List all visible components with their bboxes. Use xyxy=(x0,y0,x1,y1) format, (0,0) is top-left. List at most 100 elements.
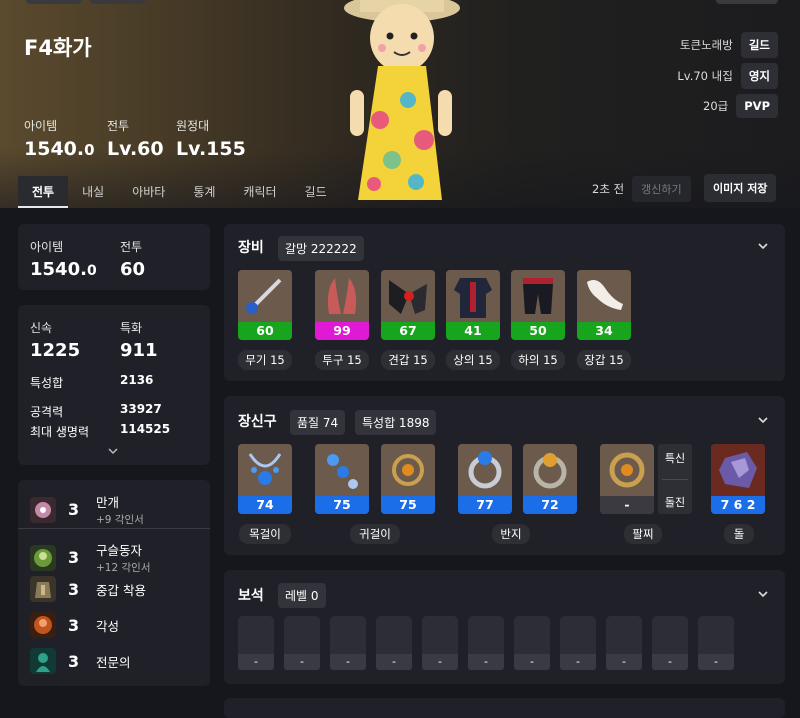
accessory-slot-earring-1[interactable]: 75 xyxy=(315,444,369,514)
equipment-label: 견갑 15 xyxy=(381,350,435,370)
stats-panel: 신속 1225 특화 911 특성합 2136 공격력 33927 최대 생명력… xyxy=(18,305,210,465)
gem-slot[interactable]: - xyxy=(698,616,734,670)
gem-slot[interactable]: - xyxy=(376,616,412,670)
gem-slot[interactable]: - xyxy=(422,616,458,670)
accessory-quality: 72 xyxy=(523,496,577,514)
hero-stat-value: 1540.0 xyxy=(24,138,95,160)
chevron-down-icon[interactable] xyxy=(757,416,769,424)
engraving-book: +12 각인서 xyxy=(96,562,151,574)
stat-attack-value: 33927 xyxy=(120,402,162,416)
engraving-item[interactable]: 3 중갑 착용 xyxy=(30,576,146,602)
gem-value: - xyxy=(284,654,320,670)
accessory-slot-ring-2[interactable]: 72 xyxy=(523,444,577,514)
stat-label: 특화 xyxy=(120,321,143,335)
chevron-down-icon[interactable] xyxy=(757,242,769,250)
stat-hp-value: 114525 xyxy=(120,422,171,436)
gem-slot[interactable]: - xyxy=(606,616,642,670)
tab-stats[interactable]: 통계 xyxy=(179,176,229,208)
divider xyxy=(662,479,688,480)
shoulder-icon xyxy=(381,270,435,322)
equipment-slot-weapon[interactable]: 60 xyxy=(238,270,292,340)
gem-slot[interactable]: - xyxy=(560,616,596,670)
gem-value: - xyxy=(422,654,458,670)
equipment-slot-helmet[interactable]: 99 xyxy=(315,270,369,340)
next-panel xyxy=(224,698,785,718)
save-image-button[interactable]: 이미지 저장 xyxy=(704,174,777,202)
gem-slot[interactable]: - xyxy=(468,616,504,670)
stat-swiftness: 신속 1225 xyxy=(30,319,80,361)
helmet-icon xyxy=(315,270,369,322)
ring-icon xyxy=(458,444,512,496)
profile-tabs: 전투 내실 아바타 통계 캐릭터 길드 xyxy=(18,176,341,208)
gem-slot[interactable]: - xyxy=(652,616,688,670)
earring-icon xyxy=(381,444,435,496)
chevron-down-icon[interactable] xyxy=(107,447,119,455)
equipment-slot-shoulder[interactable]: 67 xyxy=(381,270,435,340)
hero-stat-item: 아이템 1540.0 xyxy=(24,117,95,160)
engraving-item[interactable]: 3 구슬동자 +12 각인서 xyxy=(30,540,150,575)
chevron-down-icon[interactable] xyxy=(757,590,769,598)
accessory-slot-ring-1[interactable]: 77 xyxy=(458,444,512,514)
accessory-quality: 77 xyxy=(458,496,512,514)
equipment-quality: 60 xyxy=(238,322,292,340)
top-pill xyxy=(90,0,146,4)
equipment-quality: 99 xyxy=(315,322,369,340)
accessory-label: 목걸이 xyxy=(239,524,291,544)
engraving-name: 각성 xyxy=(96,618,120,634)
stone-icon xyxy=(711,444,765,496)
earring-icon xyxy=(315,444,369,496)
equipment-slot-chest[interactable]: 41 xyxy=(446,270,500,340)
equipment-quality: 34 xyxy=(577,322,631,340)
tab-lifestyle[interactable]: 내실 xyxy=(68,176,118,208)
gem-slot[interactable]: - xyxy=(514,616,550,670)
accessories-panel: 장신구 품질 74 특성합 1898 74 75 75 77 72 - 특신 돌… xyxy=(224,396,785,555)
gem-value: - xyxy=(514,654,550,670)
bracelet-stat: 돌진 xyxy=(664,496,686,509)
section-title: 보석 xyxy=(238,588,264,604)
gem-slot[interactable]: - xyxy=(284,616,320,670)
engraving-item[interactable]: 3 각성 xyxy=(30,612,119,638)
tab-characters[interactable]: 캐릭터 xyxy=(229,176,290,208)
engraving-item[interactable]: 3 만개 +9 각인서 xyxy=(30,492,144,527)
gem-value: - xyxy=(468,654,504,670)
necklace-icon xyxy=(238,444,292,496)
pvp-row: 20급 PVP xyxy=(703,94,778,118)
accessory-quality: 75 xyxy=(381,496,435,514)
elixir-chip: 갈망 222222 xyxy=(278,236,364,261)
equipment-slot-gloves[interactable]: 34 xyxy=(577,270,631,340)
gem-slot[interactable]: - xyxy=(330,616,366,670)
stat-value: 1225 xyxy=(30,340,81,361)
hero-stat-value: Lv.60 xyxy=(107,138,164,160)
stat-total-label: 특성합 xyxy=(30,376,64,390)
tab-guild[interactable]: 길드 xyxy=(291,176,341,208)
accessory-slot-bracelet[interactable]: - xyxy=(600,444,654,514)
engraving-armor-icon xyxy=(30,576,56,602)
tab-combat[interactable]: 전투 xyxy=(18,176,69,208)
guild-badge: 길드 xyxy=(740,32,778,58)
engraving-name: 전문의 xyxy=(96,654,131,670)
accessory-quality: 74 xyxy=(238,496,292,514)
accessory-slot-earring-2[interactable]: 75 xyxy=(381,444,435,514)
accessory-quality: 7 6 2 xyxy=(711,496,765,514)
gem-value: - xyxy=(606,654,642,670)
gem-value: - xyxy=(560,654,596,670)
gem-value: - xyxy=(698,654,734,670)
engraving-item[interactable]: 3 전문의 xyxy=(30,648,131,674)
gem-slot[interactable]: - xyxy=(238,616,274,670)
refresh-button[interactable]: 갱신하기 xyxy=(632,176,691,202)
guild-row: 토큰노래방 길드 xyxy=(680,32,778,58)
tab-avatar[interactable]: 아바타 xyxy=(118,176,179,208)
accessory-label: 반지 xyxy=(492,524,530,544)
gem-value: - xyxy=(238,654,274,670)
accessory-quality: 75 xyxy=(315,496,369,514)
engraving-level: 3 xyxy=(68,579,80,599)
hero-stat-combat: 전투 Lv.60 xyxy=(107,117,164,160)
engraving-awakening-icon xyxy=(30,612,56,638)
accessory-slot-necklace[interactable]: 74 xyxy=(238,444,292,514)
accessory-slot-stone[interactable]: 7 6 2 xyxy=(711,444,765,514)
equipment-slot-pants[interactable]: 50 xyxy=(511,270,565,340)
accessory-label: 귀걸이 xyxy=(350,524,400,544)
engraving-book: +9 각인서 xyxy=(96,514,144,526)
gem-level-chip: 레벨 0 xyxy=(278,583,326,608)
stat-total-value: 2136 xyxy=(120,373,154,387)
